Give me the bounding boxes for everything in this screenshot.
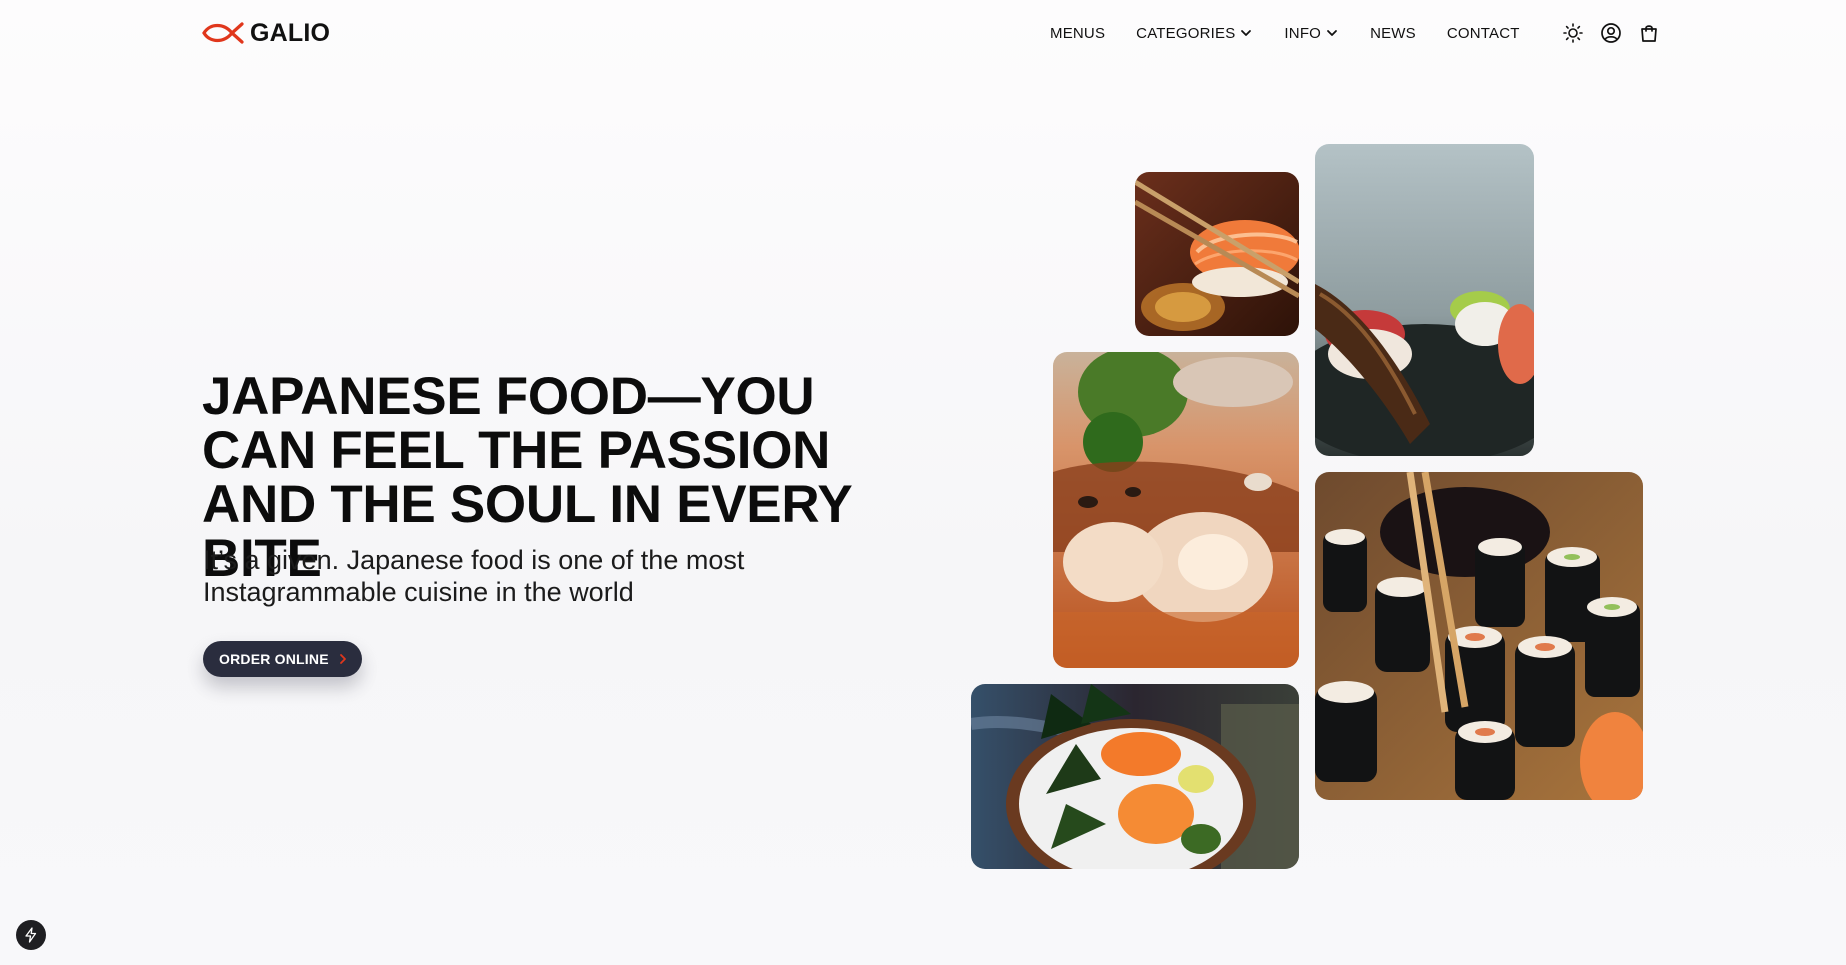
sun-icon[interactable] xyxy=(1562,22,1584,44)
chevron-right-icon xyxy=(339,654,346,664)
floating-action-button[interactable] xyxy=(16,920,46,950)
nav-item-label: INFO xyxy=(1284,24,1322,42)
nav-item-label: NEWS xyxy=(1370,24,1416,42)
user-icon[interactable] xyxy=(1600,22,1622,44)
page: GALIO MENUS CATEGORIES INFO NEWS CONTACT… xyxy=(0,0,1846,965)
maki-rolls-chopsticks-photo xyxy=(1315,472,1643,800)
lightning-bolt-icon xyxy=(25,927,37,943)
order-online-label: ORDER ONLINE xyxy=(219,651,329,667)
nav-item-menus[interactable]: MENUS xyxy=(1050,25,1105,42)
header-actions xyxy=(1562,22,1660,44)
nav-item-news[interactable]: NEWS xyxy=(1370,25,1416,42)
shopping-bag-icon[interactable] xyxy=(1638,22,1660,44)
chevron-down-icon xyxy=(1241,30,1252,36)
nav-item-info[interactable]: INFO xyxy=(1284,25,1339,42)
order-online-button[interactable]: ORDER ONLINE xyxy=(203,641,362,677)
hero-subtitle: It’s a given. Japanese food is one of th… xyxy=(203,545,745,607)
salmon-nigiri-chopsticks-photo xyxy=(1135,172,1299,336)
sashimi-bowl-photo xyxy=(971,684,1299,869)
sushi-plate-closeup-photo xyxy=(1315,144,1534,456)
nav-item-label: CONTACT xyxy=(1446,24,1520,42)
nav-item-label: CATEGORIES xyxy=(1136,24,1236,42)
shrimp-sushi-macro-photo xyxy=(1053,352,1299,668)
nav-item-label: MENUS xyxy=(1050,24,1106,42)
brand-name: GALIO xyxy=(250,18,331,47)
main-nav: MENUS CATEGORIES INFO NEWS CONTACT xyxy=(1050,20,1660,46)
chevron-down-icon xyxy=(1327,30,1337,36)
site-header: GALIO MENUS CATEGORIES INFO NEWS CONTACT xyxy=(0,0,1846,66)
nav-item-categories[interactable]: CATEGORIES xyxy=(1136,25,1253,42)
brand-logo[interactable]: GALIO xyxy=(202,18,330,48)
fish-logo-icon xyxy=(202,22,244,44)
nav-item-contact[interactable]: CONTACT xyxy=(1447,25,1520,42)
